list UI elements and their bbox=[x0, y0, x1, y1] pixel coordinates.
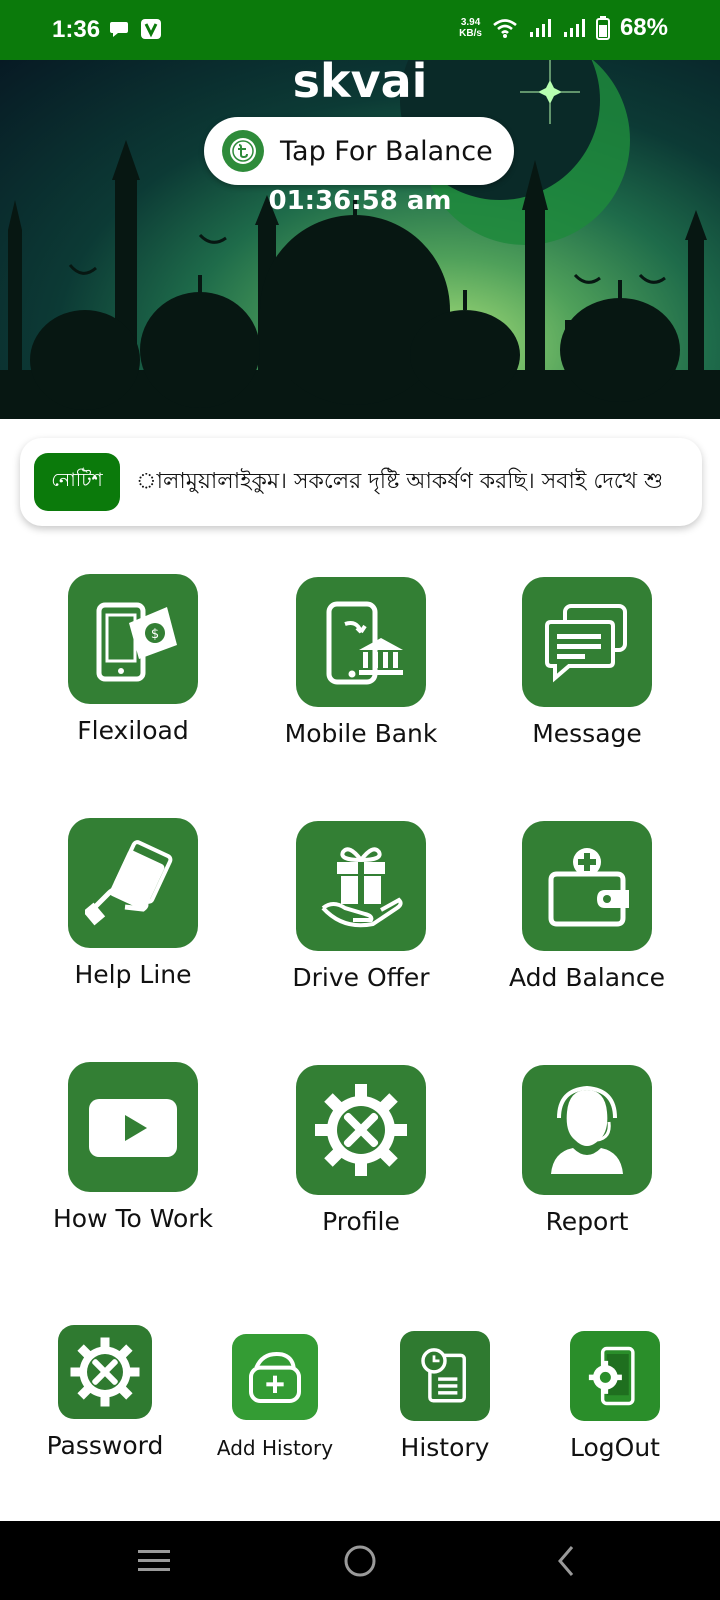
battery-icon bbox=[595, 16, 610, 40]
chat-notification-icon bbox=[110, 22, 128, 37]
gift-hand-icon bbox=[296, 821, 426, 951]
signal-2-icon bbox=[563, 19, 585, 37]
tile-logout[interactable]: LogOut bbox=[540, 1331, 690, 1471]
status-right-group: 3.94 KB/s 68% bbox=[459, 14, 668, 42]
header-banner: skvai Tap For Balance 01:36:58 am bbox=[0, 60, 720, 419]
taka-coin-icon bbox=[222, 130, 264, 172]
tile-label-mobile-bank: Mobile Bank bbox=[284, 719, 438, 748]
phone-bank-icon bbox=[296, 577, 426, 707]
tile-password[interactable]: Password bbox=[30, 1325, 180, 1465]
battery-percent: 68% bbox=[619, 14, 668, 41]
notice-marquee-text: ালামুয়ালাইকুম। সকলের দৃষ্টি আকর্ষণ করছি… bbox=[136, 469, 664, 494]
tile-message[interactable]: Message bbox=[494, 577, 680, 757]
home-button[interactable] bbox=[338, 1539, 382, 1583]
tile-drive-offer[interactable]: Drive Offer bbox=[266, 821, 456, 1001]
clipboard-clock-icon bbox=[400, 1331, 490, 1421]
gear-tools-icon bbox=[58, 1325, 152, 1419]
tile-label-drive-offer: Drive Offer bbox=[292, 963, 430, 992]
tile-label-logout: LogOut bbox=[570, 1433, 660, 1462]
notice-card: নোটিশ ালামুয়ালাইকুম। সকলের দৃষ্টি আকর্ষ… bbox=[20, 438, 702, 526]
bag-plus-icon bbox=[232, 1334, 318, 1420]
status-bar: 1:36 3.94 KB/s 68% bbox=[0, 0, 720, 60]
tile-label-message: Message bbox=[532, 719, 642, 748]
tile-report[interactable]: Report bbox=[494, 1065, 680, 1245]
clock-display: 01:36:58 am bbox=[268, 186, 452, 216]
tile-label-report: Report bbox=[545, 1207, 629, 1236]
system-navigation-bar bbox=[0, 1521, 720, 1600]
tile-label-history: History bbox=[400, 1433, 490, 1462]
svg-text:$: $ bbox=[151, 627, 159, 642]
tile-label-add-history: Add History bbox=[216, 1436, 334, 1460]
wallet-plus-icon bbox=[522, 821, 652, 951]
play-video-icon bbox=[68, 1062, 198, 1192]
network-speed-unit: KB/s bbox=[459, 28, 482, 39]
tile-label-profile: Profile bbox=[322, 1207, 400, 1236]
tile-label-how-to-work: How To Work bbox=[52, 1204, 214, 1233]
tile-add-balance[interactable]: Add Balance bbox=[494, 821, 680, 1001]
tile-how-to-work[interactable]: How To Work bbox=[40, 1062, 226, 1242]
mosque-silhouette-image bbox=[0, 60, 720, 419]
recent-apps-button[interactable] bbox=[132, 1539, 176, 1583]
tile-label-add-balance: Add Balance bbox=[508, 963, 666, 992]
home-circle-icon bbox=[344, 1545, 376, 1577]
tile-label-password: Password bbox=[46, 1431, 164, 1460]
tile-add-history[interactable]: Add History bbox=[200, 1334, 350, 1474]
tile-help-line[interactable]: Help Line bbox=[40, 818, 226, 998]
phone-money-icon: $ bbox=[68, 574, 198, 704]
tile-label-help-line: Help Line bbox=[74, 960, 192, 989]
network-speed-value: 3.94 bbox=[460, 17, 481, 28]
status-time: 1:36 bbox=[52, 16, 101, 43]
network-speed: 3.94 KB/s bbox=[459, 17, 482, 39]
back-chevron-icon bbox=[558, 1546, 574, 1576]
notice-badge: নোটিশ bbox=[34, 453, 120, 511]
support-agent-icon bbox=[522, 1065, 652, 1195]
wifi-icon bbox=[493, 19, 517, 38]
back-button[interactable] bbox=[545, 1539, 589, 1583]
phone-gear-icon bbox=[570, 1331, 660, 1421]
tile-profile[interactable]: Profile bbox=[266, 1065, 456, 1245]
tile-label-flexiload: Flexiload bbox=[77, 716, 189, 745]
signal-1-icon bbox=[529, 19, 551, 37]
gear-tools-icon bbox=[296, 1065, 426, 1195]
v-app-notification-icon bbox=[141, 19, 161, 39]
chat-bubbles-icon bbox=[522, 577, 652, 707]
app-name: skvai bbox=[292, 60, 428, 108]
tap-for-balance-label: Tap For Balance bbox=[280, 135, 493, 167]
tile-history[interactable]: History bbox=[370, 1331, 520, 1471]
tile-flexiload[interactable]: $ Flexiload bbox=[40, 574, 226, 754]
hand-money-icon bbox=[68, 818, 198, 948]
tile-mobile-bank[interactable]: Mobile Bank bbox=[266, 577, 456, 757]
menu-lines-icon bbox=[138, 1550, 170, 1571]
tap-for-balance-button[interactable]: Tap For Balance bbox=[204, 117, 514, 185]
